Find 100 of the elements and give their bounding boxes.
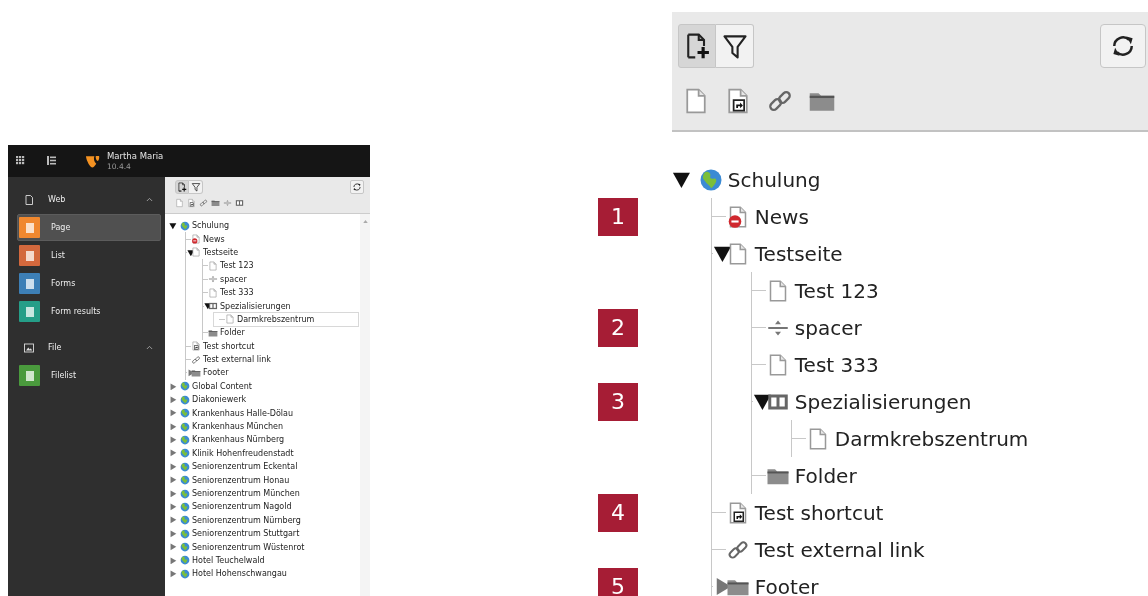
tree-item[interactable]: Test external link	[180, 352, 360, 367]
tree-item[interactable]: Krankenhaus Nürnberg	[169, 433, 360, 447]
module-item[interactable]: Forms	[17, 270, 161, 297]
caret-icon[interactable]	[146, 345, 153, 350]
tree-item[interactable]: Testseite	[699, 235, 1148, 272]
filter-icon	[720, 32, 749, 60]
module-group-header[interactable]: Web	[8, 186, 165, 213]
tree-item[interactable]: Seniorenzentrum Wüstenrot	[169, 540, 360, 554]
expand-toggle[interactable]	[713, 244, 732, 263]
tree-item[interactable]: Seniorenzentrum Eckental	[169, 460, 360, 474]
globe-icon	[180, 461, 190, 472]
tree-item[interactable]: Test shortcut	[180, 339, 360, 353]
new-page-button[interactable]	[678, 24, 716, 68]
globe-icon	[180, 528, 190, 539]
tree-item[interactable]: Seniorenzentrum Honau	[169, 473, 360, 487]
scrollbar[interactable]	[360, 214, 370, 596]
number-badge: 4	[598, 493, 638, 532]
filter-button[interactable]	[716, 24, 754, 68]
tree-item[interactable]: Folder	[197, 326, 360, 340]
module-item[interactable]: Form results	[17, 298, 161, 325]
expand-toggle[interactable]	[169, 570, 177, 578]
tree-item[interactable]: Hotel Hohenschwangau	[169, 567, 360, 581]
tree-item[interactable]: Global Content	[169, 379, 360, 394]
hidden-page-icon	[191, 234, 201, 245]
page-icon	[208, 287, 218, 298]
refresh-button[interactable]	[1100, 24, 1146, 68]
globe-icon	[180, 448, 190, 459]
module-item[interactable]: Page	[17, 214, 161, 241]
expand-toggle[interactable]	[169, 476, 177, 484]
expand-toggle[interactable]	[169, 221, 177, 230]
tree-item[interactable]: Schulung	[169, 219, 360, 233]
refresh-button[interactable]	[350, 180, 364, 194]
tree-item[interactable]: spacer	[197, 272, 360, 286]
globe-icon	[180, 475, 190, 486]
expand-toggle[interactable]	[169, 503, 177, 511]
page-icon	[208, 260, 218, 271]
link-icon[interactable]	[199, 198, 208, 208]
module-item[interactable]: Filelist	[17, 362, 161, 389]
module-group-header[interactable]: File	[8, 334, 165, 361]
module-item[interactable]: List	[17, 242, 161, 269]
number-badge: 5	[598, 567, 638, 596]
logo-icon[interactable]	[85, 153, 100, 169]
globe-icon	[180, 408, 190, 419]
caret-icon[interactable]	[146, 197, 153, 202]
number-badge: 1	[598, 197, 638, 236]
tree-item[interactable]: Testseite	[180, 245, 360, 260]
tree-item[interactable]: Seniorenzentrum München	[169, 486, 360, 501]
columns-icon	[208, 301, 218, 312]
expand-toggle[interactable]	[169, 529, 177, 538]
tree-item[interactable]: Test external link	[699, 531, 1148, 568]
tree-item[interactable]: Darmkrebszentrum	[779, 420, 1148, 457]
globe-icon	[180, 394, 190, 405]
link-icon	[191, 354, 201, 365]
tree-item[interactable]: Footer	[180, 366, 360, 380]
tree-item[interactable]: Krankenhaus München	[169, 419, 360, 434]
expand-toggle[interactable]	[169, 543, 177, 551]
tree-item[interactable]: Test 333	[197, 285, 360, 300]
globe-icon	[180, 555, 190, 566]
page-icon	[191, 247, 201, 258]
expand-toggle[interactable]	[169, 409, 177, 417]
expand-toggle[interactable]	[169, 382, 177, 391]
tree-item[interactable]: Krankenhaus Halle-Dölau	[169, 406, 360, 420]
tree-item[interactable]: Seniorenzentrum Stuttgart	[169, 527, 360, 541]
new-page-button[interactable]	[175, 180, 189, 194]
tree-item[interactable]: Folder	[739, 457, 1148, 494]
globe-icon	[180, 421, 190, 432]
tree-item[interactable]: Klinik Hohenfreudenstadt	[169, 446, 360, 461]
expand-toggle[interactable]	[169, 395, 177, 404]
columns-icon[interactable]	[235, 198, 244, 208]
number-badge: 3	[598, 382, 638, 421]
expand-toggle[interactable]	[169, 449, 177, 458]
tree-item[interactable]: Test 333	[739, 346, 1148, 383]
tree-item[interactable]: Test 123	[739, 272, 1148, 309]
globe-icon	[180, 434, 190, 445]
page-icon	[24, 194, 34, 205]
expand-toggle[interactable]	[672, 170, 691, 189]
globe-icon	[180, 542, 190, 553]
tree-item[interactable]: Hotel Teuchelwald	[169, 553, 360, 568]
tree-item[interactable]: Schulung	[672, 161, 1148, 198]
expand-toggle[interactable]	[169, 556, 177, 565]
folder-icon	[191, 368, 201, 378]
globe-icon	[180, 381, 190, 392]
expand-toggle[interactable]	[169, 422, 177, 431]
folder-icon[interactable]	[211, 198, 220, 208]
tree-item[interactable]: Diakoniewerk	[169, 393, 360, 407]
site-name: Martha Maria	[107, 151, 164, 162]
shortcut-page-icon	[191, 341, 201, 352]
tree-item[interactable]: Test 123	[197, 259, 360, 273]
globe-icon	[180, 488, 190, 499]
tree-item[interactable]: Spezialisierungen	[197, 299, 360, 313]
tree-item[interactable]: News	[180, 232, 360, 246]
new-page-icon	[177, 182, 187, 192]
tree-item[interactable]: Seniorenzentrum Nagold	[169, 500, 360, 514]
expand-toggle[interactable]	[169, 462, 177, 471]
expand-toggle[interactable]	[169, 436, 177, 444]
page-icon	[225, 314, 235, 325]
expand-toggle[interactable]	[169, 516, 177, 525]
globe-icon	[180, 501, 190, 512]
tree-item[interactable]: Seniorenzentrum Nürnberg	[169, 513, 360, 527]
expand-toggle[interactable]	[169, 489, 177, 498]
